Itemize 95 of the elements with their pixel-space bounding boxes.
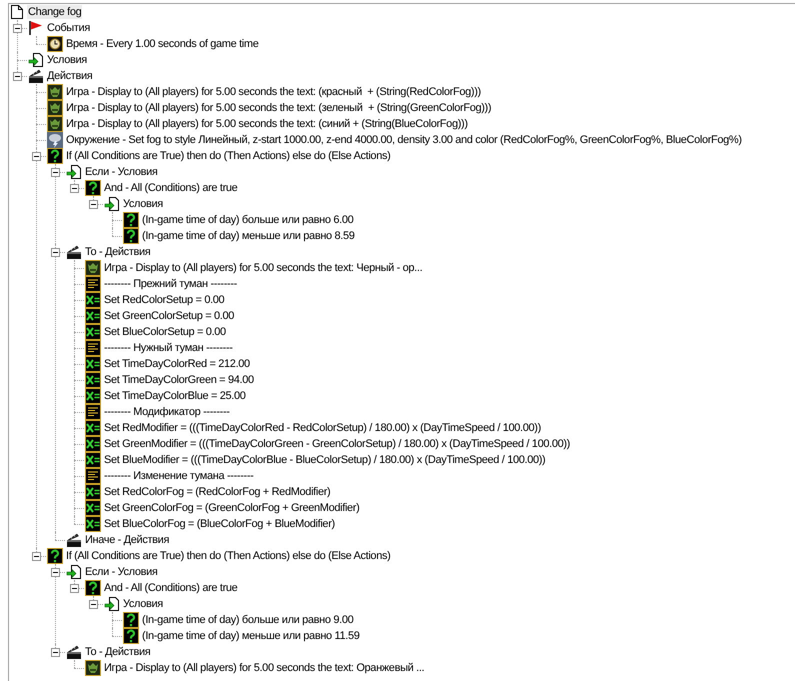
document-arrow-icon [104, 196, 120, 212]
text-lines-icon [85, 276, 101, 292]
expander-button[interactable] [51, 568, 60, 577]
question-mark-icon [123, 612, 139, 628]
text-lines-icon [85, 404, 101, 420]
x-equals-icon [85, 292, 101, 308]
x-equals-icon [85, 388, 101, 404]
x-equals-icon [85, 308, 101, 324]
storm-cloud-icon [47, 132, 63, 148]
tree-item[interactable]: Действия [46, 69, 94, 83]
tree-item[interactable]: То - Действия [84, 645, 152, 659]
creature-icon [47, 116, 63, 132]
tree-item[interactable]: -------- Прежний туман -------- [103, 277, 238, 291]
document-arrow-icon [28, 52, 44, 68]
question-mark-icon [85, 580, 101, 596]
tree-item[interactable]: Игра - Display to (All players) for 5.00 seconds the text: Черный - ор... [103, 261, 424, 275]
tree-item[interactable]: Иначе - Действия [84, 533, 170, 547]
tree-item[interactable]: Если - Условия [84, 565, 159, 579]
expander-button[interactable] [13, 72, 22, 81]
tree-item[interactable]: Set RedModifier = (((TimeDayColorRed - RedColorSetup) / 180.00) x (DayTimeSpeed / 100.00)) [103, 421, 542, 435]
document-arrow-icon [104, 596, 120, 612]
expander-button[interactable] [70, 584, 79, 593]
creature-icon [47, 100, 63, 116]
tree-item[interactable]: Set GreenColorSetup = 0.00 [103, 309, 236, 323]
tree-item[interactable]: If (All Conditions are True) then do (Then Actions) else do (Else Actions) [65, 149, 392, 163]
expander-button[interactable] [51, 648, 60, 657]
text-lines-icon [85, 468, 101, 484]
tree-item[interactable]: Set BlueColorFog = (BlueColorFog + BlueModifier) [103, 517, 336, 531]
tree-item[interactable]: Set BlueColorSetup = 0.00 [103, 325, 227, 339]
tree-item[interactable]: Игра - Display to (All players) for 5.00 seconds the text: (синий + (String(BlueColorFog))) [65, 117, 469, 131]
creature-icon [85, 260, 101, 276]
tree-item[interactable]: Set RedColorFog = (RedColorFog + RedModifier) [103, 485, 332, 499]
clapperboard-icon [66, 644, 82, 660]
x-equals-icon [85, 436, 101, 452]
question-mark-icon [123, 628, 139, 644]
x-equals-icon [85, 356, 101, 372]
creature-icon [47, 84, 63, 100]
question-mark-icon [123, 228, 139, 244]
tree-item[interactable]: Окружение - Set fog to style Линейный, z-start 1000.00, z-end 4000.00, density 3.00 and color (RedColorFog%, GreenColorFog%, BlueColorFog%) [65, 133, 743, 147]
tree-item[interactable]: Set GreenModifier = (((TimeDayColorGreen - GreenColorSetup) / 180.00) x (DayTimeSpeed / 100.00)) [103, 437, 571, 451]
expander-button[interactable] [32, 152, 41, 161]
tree-item[interactable]: (In-game time of day) больше или равно 9.00 [141, 613, 354, 627]
x-equals-icon [85, 452, 101, 468]
tree-item[interactable]: Set BlueModifier = (((TimeDayColorBlue - BlueColorSetup) / 180.00) x (DayTimeSpeed / 100.00)) [103, 453, 546, 467]
clapperboard-icon [66, 532, 82, 548]
x-equals-icon [85, 500, 101, 516]
tree-item[interactable]: (In-game time of day) меньше или равно 11.59 [141, 629, 360, 643]
tree-item[interactable]: (In-game time of day) меньше или равно 8.59 [141, 229, 356, 243]
document-arrow-icon [66, 564, 82, 580]
question-mark-icon [123, 212, 139, 228]
x-equals-icon [85, 372, 101, 388]
text-lines-icon [85, 340, 101, 356]
tree-item[interactable]: Время - Every 1.00 seconds of game time [65, 37, 260, 51]
x-equals-icon [85, 324, 101, 340]
x-equals-icon [85, 484, 101, 500]
clapperboard-icon [66, 244, 82, 260]
tree-item[interactable]: То - Действия [84, 245, 152, 259]
expander-button[interactable] [32, 552, 41, 561]
question-mark-icon [47, 148, 63, 164]
tree-item[interactable]: Set TimeDayColorRed = 212.00 [103, 357, 251, 371]
expander-button[interactable] [89, 200, 98, 209]
tree-item[interactable]: -------- Изменение тумана -------- [103, 469, 254, 483]
expander-button[interactable] [89, 600, 98, 609]
tree-item[interactable]: Условия [122, 597, 164, 611]
question-mark-icon [85, 180, 101, 196]
tree-item[interactable]: If (All Conditions are True) then do (Then Actions) else do (Else Actions) [65, 549, 392, 563]
tree-item[interactable]: And - All (Conditions) are true [103, 581, 238, 595]
tree-item[interactable]: (In-game time of day) больше или равно 6.00 [141, 213, 354, 227]
question-mark-icon [47, 548, 63, 564]
tree-item[interactable]: События [46, 21, 91, 35]
creature-icon [85, 660, 101, 676]
expander-button[interactable] [51, 168, 60, 177]
tree-item[interactable]: And - All (Conditions) are true [103, 181, 238, 195]
tree-item[interactable]: Условия [122, 197, 164, 211]
expander-button[interactable] [13, 24, 22, 33]
document-arrow-icon [66, 164, 82, 180]
tree-item[interactable]: Если - Условия [84, 165, 159, 179]
expander-button[interactable] [70, 184, 79, 193]
tree-item[interactable]: Change fog [27, 5, 82, 19]
tree-item[interactable]: -------- Нужный туман -------- [103, 341, 234, 355]
tree-item[interactable]: Условия [46, 53, 88, 67]
x-equals-icon [85, 420, 101, 436]
tree-item[interactable]: Игра - Display to (All players) for 5.00 seconds the text: (красный + (String(RedColorFog))) [65, 85, 482, 99]
tree-item[interactable]: Set GreenColorFog = (GreenColorFog + GreenModifier) [103, 501, 360, 515]
tree-item[interactable]: Set TimeDayColorBlue = 25.00 [103, 389, 247, 403]
x-equals-icon [85, 516, 101, 532]
clock-icon [47, 36, 63, 52]
tree-item[interactable]: Игра - Display to (All players) for 5.00 seconds the text: (зеленый + (String(GreenColorFog))) [65, 101, 492, 115]
tree-item[interactable]: Set TimeDayColorGreen = 94.00 [103, 373, 255, 387]
clapperboard-icon [28, 68, 44, 84]
flag-icon [28, 20, 44, 36]
tree-item[interactable]: Set RedColorSetup = 0.00 [103, 293, 226, 307]
tree-item[interactable]: -------- Модификатор -------- [103, 405, 231, 419]
expander-button[interactable] [51, 248, 60, 257]
tree-item[interactable]: Игра - Display to (All players) for 5.00 seconds the text: Оранжевый ... [103, 661, 426, 675]
